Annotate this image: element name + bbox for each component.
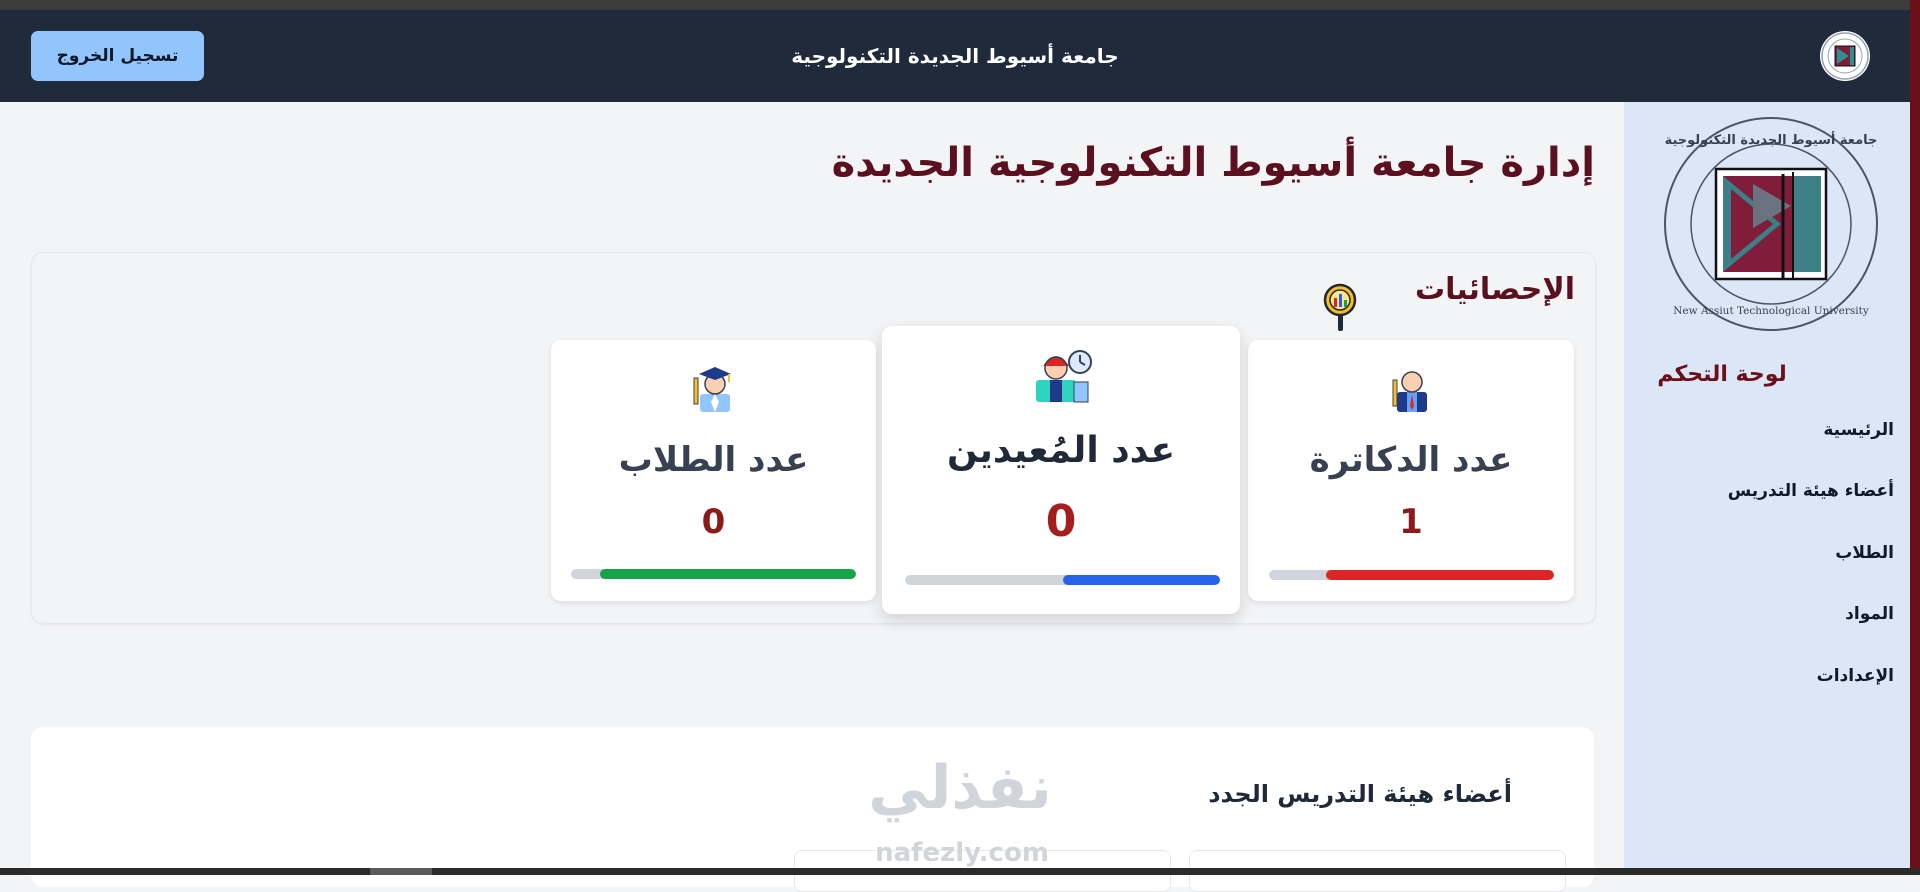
top-navbar: جامعة أسيوط الجديدة التكنولوجية تسجيل ال… (0, 10, 1910, 102)
sidebar-item-courses[interactable]: المواد (1634, 604, 1894, 624)
professor-icon (1392, 371, 1427, 412)
students-progress-track (571, 569, 856, 579)
assistants-progress-fill (1062, 575, 1220, 585)
doctors-count: 1 (1399, 502, 1423, 542)
page-title: إدارة جامعة أسيوط التكنولوجية الجديدة (831, 140, 1595, 186)
students-label: عدد الطلاب (618, 440, 809, 480)
statistics-heading: الإحصائيات (1415, 272, 1575, 307)
new-faculty-heading: أعضاء هيئة التدريس الجدد (1208, 780, 1512, 808)
doctors-progress-fill (1326, 570, 1554, 580)
sidebar-item-faculty[interactable]: أعضاء هيئة التدريس (1634, 481, 1894, 501)
students-progress-fill (599, 569, 856, 579)
sidebar: جامعة أسيوط الجديدة التكنولوجية New Assi… (1624, 102, 1910, 868)
seal-english-text: New Assiut Technological University (1673, 305, 1869, 317)
right-accent-bar (1910, 0, 1920, 875)
navbar-title: جامعة أسيوط الجديدة التكنولوجية (791, 44, 1119, 68)
logout-button[interactable]: تسجيل الخروج (31, 31, 204, 81)
students-stat-card: عدد الطلاب 0 (551, 340, 876, 601)
scrollbar-thumb[interactable] (370, 868, 432, 875)
sidebar-item-home[interactable]: الرئيسية (1634, 420, 1894, 440)
students-count: 0 (701, 502, 726, 542)
window-top-strip (0, 0, 1920, 10)
doctors-progress-track (1269, 570, 1554, 580)
doctors-label: عدد الدكاترة (1309, 440, 1513, 480)
assistants-count: 0 (1045, 496, 1077, 547)
statistics-magnifier-icon (1323, 283, 1357, 331)
navbar-university-logo[interactable] (1820, 31, 1870, 81)
watermark-url: nafezly.com (875, 838, 1049, 868)
horizontal-scrollbar[interactable] (0, 868, 1920, 875)
seal-arabic-text: جامعة أسيوط الجديدة التكنولوجية (1665, 131, 1878, 148)
sidebar-heading: لوحة التحكم (1657, 362, 1787, 387)
assistants-label: عدد المُعيدين (946, 430, 1176, 471)
doctors-stat-card: عدد الدكاترة 1 (1248, 340, 1574, 601)
watermark-logo: نفذلي (868, 753, 1052, 823)
graduate-student-icon (693, 367, 731, 412)
sidebar-item-settings[interactable]: الإعدادات (1634, 666, 1894, 686)
teaching-assistant-icon (1036, 350, 1092, 403)
university-seal-logo: جامعة أسيوط الجديدة التكنولوجية New Assi… (1664, 117, 1878, 331)
assistants-stat-card: عدد المُعيدين 0 (882, 326, 1240, 614)
sidebar-item-students[interactable]: الطلاب (1634, 543, 1894, 563)
assistants-progress-track (905, 575, 1220, 585)
